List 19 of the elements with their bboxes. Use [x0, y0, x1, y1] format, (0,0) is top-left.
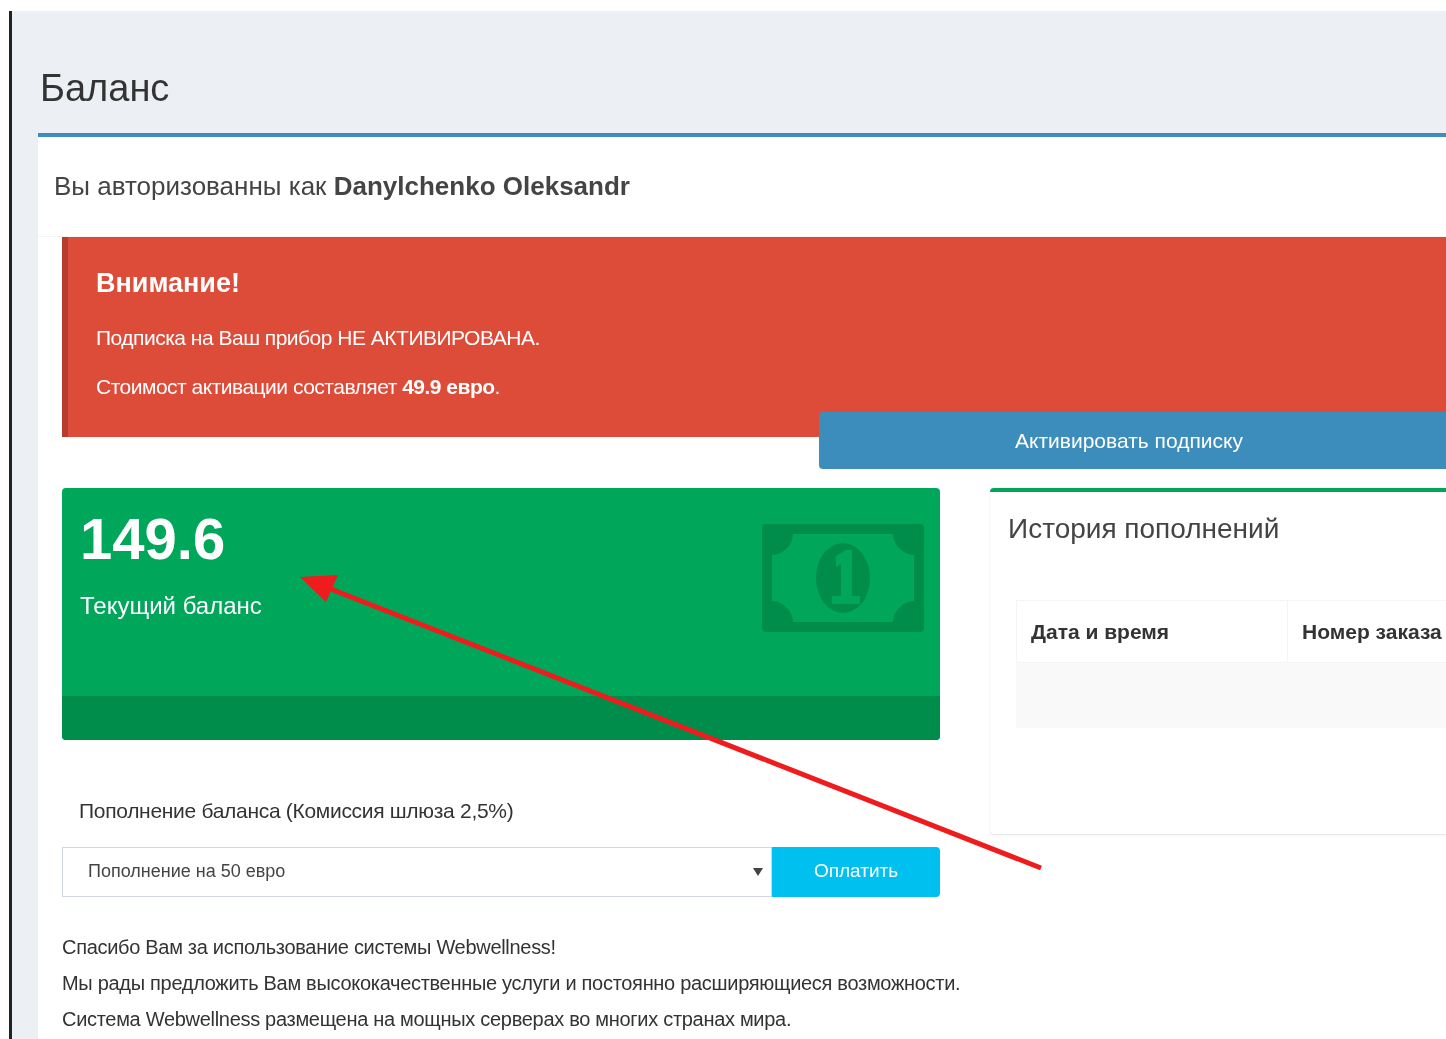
- activate-button[interactable]: Активировать подписку: [819, 412, 1446, 469]
- alert-title: Внимание!: [96, 267, 240, 300]
- alert-text: Стоимост активации составляет 49.9 евро.: [96, 374, 500, 400]
- page-title: Баланс: [40, 69, 170, 107]
- topup-label: Пополнение баланса (Комиссия шлюза 2,5%): [79, 798, 514, 824]
- balance-value: 149.6: [80, 510, 226, 568]
- balance-label: Текущий баланс: [80, 591, 262, 621]
- footer-text: Спасибо Вам за использование системы Webwellness!: [62, 934, 556, 959]
- footer-text: Система Webwellness размещена на мощных серверах во многих странах мира.: [62, 1006, 792, 1031]
- alert-text: Подписка на Ваш прибор НЕ АКТИВИРОВАНА.: [96, 324, 540, 351]
- auth-text: Вы авторизованны как Danylchenko Oleksandr: [54, 170, 630, 203]
- column-header: Номер заказа: [1301, 618, 1443, 645]
- history-title: История пополнений: [1008, 512, 1280, 546]
- column-header: Дата и время: [1017, 601, 1288, 662]
- banknote-icon: [762, 524, 924, 632]
- pay-button[interactable]: Оплатить: [772, 846, 940, 897]
- dropdown-caret-icon: [753, 867, 763, 876]
- footer-text: Мы рады предложить Вам высококачественные услуги и постоянно расширяющиеся возможности.: [62, 970, 961, 995]
- amount-select[interactable]: Пополнение на 50 евро: [62, 846, 772, 897]
